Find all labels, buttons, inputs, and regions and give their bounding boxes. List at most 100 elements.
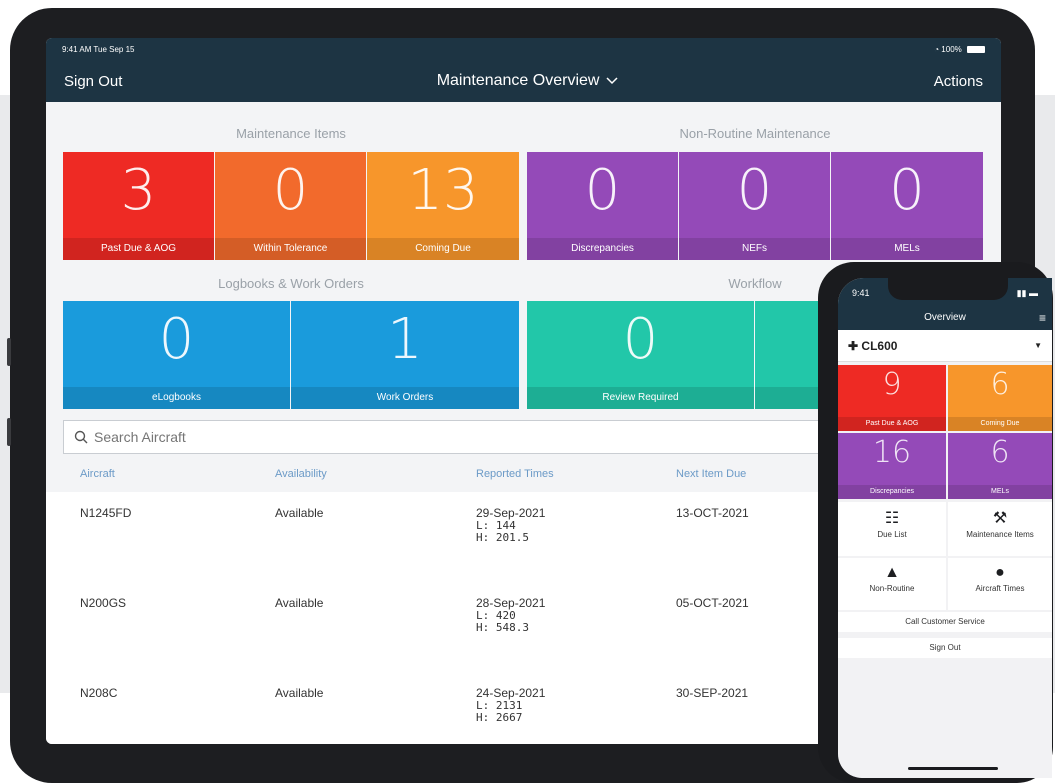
tile-label: Discrepancies xyxy=(527,238,678,260)
phone-tile-mels[interactable]: 6 MELs xyxy=(948,433,1052,499)
tile-value: 1 xyxy=(387,307,423,372)
status-time: 9:41 AM Tue Sep 15 xyxy=(62,44,135,54)
button-label: Maintenance Items xyxy=(966,530,1034,539)
home-indicator xyxy=(908,767,998,770)
cell-aircraft: N1245FD xyxy=(80,506,132,520)
status-right: ◔ 100% xyxy=(934,45,985,54)
tile-label: Coming Due xyxy=(367,238,519,260)
search-icon xyxy=(74,430,88,444)
tile-value: 0 xyxy=(889,158,925,223)
phone-title: Overview xyxy=(924,312,966,323)
cell-reported-date: 24-Sep-2021 xyxy=(476,686,546,700)
maintenance-items-button[interactable]: ⚒ Maintenance Items xyxy=(948,502,1052,556)
cell-availability: Available xyxy=(275,686,324,700)
tablet-side-button xyxy=(7,418,11,446)
battery-percent: 100% xyxy=(941,44,962,54)
cell-reported-date: 29-Sep-2021 xyxy=(476,506,546,520)
tablet-side-button xyxy=(7,338,11,366)
tile-review-required[interactable]: 0 Review Required xyxy=(527,301,754,409)
sign-out-button[interactable]: Sign Out xyxy=(64,73,122,90)
cell-reported-date: 28-Sep-2021 xyxy=(476,596,546,610)
tile-label: NEFs xyxy=(679,238,830,260)
cell-hours: H: 2667 xyxy=(476,711,523,724)
button-label: Aircraft Times xyxy=(975,584,1025,593)
phone-time: 9:41 xyxy=(852,288,870,298)
tile-value: 0 xyxy=(584,158,621,223)
tile-past-due-aog[interactable]: 3 Past Due & AOG xyxy=(63,152,214,260)
search-input[interactable] xyxy=(94,429,694,445)
tile-label: MELs xyxy=(831,238,983,260)
airplane-icon: ✚ xyxy=(848,338,859,353)
phone-sign-out-button[interactable]: Sign Out xyxy=(838,638,1052,658)
button-label: Due List xyxy=(877,530,907,539)
cell-aircraft: N208C xyxy=(80,686,118,700)
phone-screen: 9:41 ▮▮ ▬ Overview ≡ ✚ CL600 ▼ 9 Past Due… xyxy=(838,278,1052,778)
cell-next-due: 13-OCT-2021 xyxy=(676,506,749,520)
list-icon: ☷ xyxy=(884,510,900,527)
tile-value: 6 xyxy=(990,367,1010,402)
phone-notch xyxy=(888,278,1008,300)
button-label: Non-Routine xyxy=(869,584,915,593)
tile-label: Review Required xyxy=(527,387,754,409)
call-customer-service-button[interactable]: Call Customer Service xyxy=(838,612,1052,632)
section-maintenance-items: Maintenance Items xyxy=(236,126,346,141)
tile-value: 0 xyxy=(158,307,195,372)
tools-icon: ⚒ xyxy=(992,510,1008,527)
section-logbooks: Logbooks & Work Orders xyxy=(218,276,364,291)
nav-bar: Sign Out Maintenance Overview Actions xyxy=(46,60,1001,102)
cell-availability: Available xyxy=(275,596,324,610)
cell-hours: H: 548.3 xyxy=(476,621,529,634)
tile-value: 9 xyxy=(882,367,902,402)
column-reported-times[interactable]: Reported Times xyxy=(476,468,554,480)
tile-value: 16 xyxy=(872,435,912,470)
cell-availability: Available xyxy=(275,506,324,520)
phone-tile-discrepancies[interactable]: 16 Discrepancies xyxy=(838,433,946,499)
hamburger-menu-icon[interactable]: ≡ xyxy=(1039,306,1046,330)
cell-next-due: 05-OCT-2021 xyxy=(676,596,749,610)
phone-tile-past-due-aog[interactable]: 9 Past Due & AOG xyxy=(838,365,946,431)
tile-label: MELs xyxy=(948,485,1052,499)
tile-discrepancies[interactable]: 0 Discrepancies xyxy=(527,152,678,260)
caret-down-icon: ▼ xyxy=(1034,341,1042,350)
tile-label: Past Due & AOG xyxy=(63,238,214,260)
column-next-item-due[interactable]: Next Item Due xyxy=(676,468,746,480)
due-list-button[interactable]: ☷ Due List xyxy=(838,502,946,556)
cell-aircraft: N200GS xyxy=(80,596,127,610)
tile-work-orders[interactable]: 1 Work Orders xyxy=(291,301,519,409)
page-title: Maintenance Overview xyxy=(436,72,600,89)
phone-nav-bar: Overview ≡ xyxy=(838,306,1052,330)
view-selector[interactable]: Maintenance Overview xyxy=(437,72,620,90)
aircraft-name: CL600 xyxy=(861,338,898,353)
tile-value: 0 xyxy=(272,158,309,223)
tile-elogbooks[interactable]: 0 eLogbooks xyxy=(63,301,290,409)
tile-mels[interactable]: 0 MELs xyxy=(831,152,983,260)
tile-value: 6 xyxy=(990,435,1010,470)
tile-coming-due[interactable]: 13 Coming Due xyxy=(367,152,519,260)
battery-icon xyxy=(967,45,985,53)
tile-value: 0 xyxy=(622,307,659,372)
chevron-down-icon xyxy=(606,77,618,85)
tile-label: Coming Due xyxy=(948,417,1052,431)
tile-within-tolerance[interactable]: 0 Within Tolerance xyxy=(215,152,366,260)
column-availability[interactable]: Availability xyxy=(275,468,327,480)
tile-nefs[interactable]: 0 NEFs xyxy=(679,152,830,260)
tile-value: 13 xyxy=(407,158,479,223)
tile-label: eLogbooks xyxy=(63,387,290,409)
actions-button[interactable]: Actions xyxy=(934,73,983,90)
cell-hours: H: 201.5 xyxy=(476,531,529,544)
tile-value: 0 xyxy=(736,158,773,223)
tile-label: Within Tolerance xyxy=(215,238,366,260)
tile-label: Work Orders xyxy=(291,387,519,409)
non-routine-button[interactable]: ▲ Non-Routine xyxy=(838,558,946,610)
tile-label: Discrepancies xyxy=(838,485,946,499)
aircraft-selector-label: ✚ CL600 xyxy=(848,339,897,353)
column-aircraft[interactable]: Aircraft xyxy=(80,468,115,480)
search-bar[interactable] xyxy=(63,420,833,454)
aircraft-selector[interactable]: ✚ CL600 ▼ xyxy=(838,330,1052,362)
tile-label: Past Due & AOG xyxy=(838,417,946,431)
clock-icon: ● xyxy=(995,564,1005,581)
phone-tile-coming-due[interactable]: 6 Coming Due xyxy=(948,365,1052,431)
status-bar: 9:41 AM Tue Sep 15 ◔ 100% xyxy=(46,38,1001,60)
aircraft-times-button[interactable]: ● Aircraft Times xyxy=(948,558,1052,610)
section-non-routine: Non-Routine Maintenance xyxy=(679,126,831,141)
